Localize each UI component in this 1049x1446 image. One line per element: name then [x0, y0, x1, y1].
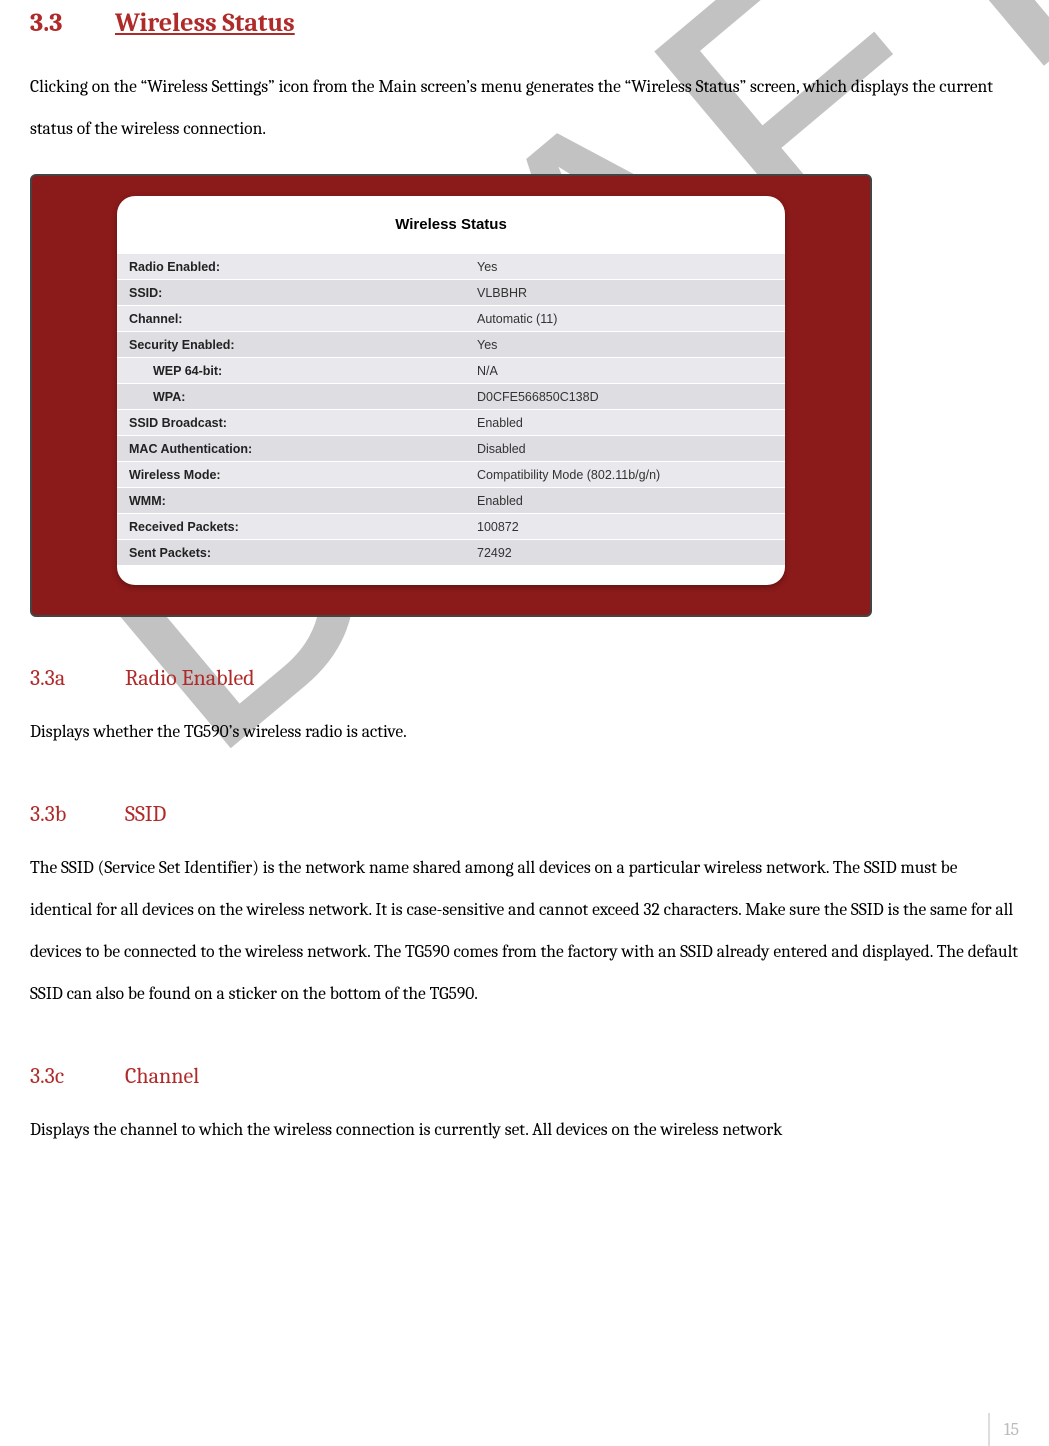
row-value: Enabled: [465, 410, 785, 435]
intro-paragraph: Clicking on the “Wireless Settings” icon…: [30, 66, 1019, 150]
table-row: MAC Authentication:Disabled: [117, 435, 785, 461]
table-row: WPA:D0CFE566850C138D: [117, 383, 785, 409]
row-label: SSID:: [117, 280, 465, 305]
row-label: Radio Enabled:: [117, 254, 465, 279]
section-heading: 3.3Wireless Status: [30, 8, 1019, 38]
row-label: WPA:: [117, 384, 465, 409]
row-label: Received Packets:: [117, 514, 465, 539]
row-value: 72492: [465, 540, 785, 565]
subsection-number: 3.3b: [30, 801, 125, 827]
subsection-body-a: Displays whether the TG590’s wireless ra…: [30, 711, 1019, 753]
subsection-heading-a: 3.3aRadio Enabled: [30, 665, 1019, 691]
subsection-title: SSID: [125, 801, 166, 827]
wireless-status-panel: Wireless Status Radio Enabled:Yes SSID:V…: [30, 174, 872, 617]
row-value: Disabled: [465, 436, 785, 461]
subsection-number: 3.3c: [30, 1063, 125, 1089]
table-row: SSID Broadcast:Enabled: [117, 409, 785, 435]
table-row: Radio Enabled:Yes: [117, 253, 785, 279]
panel-inner: Wireless Status Radio Enabled:Yes SSID:V…: [117, 196, 785, 585]
table-row: SSID:VLBBHR: [117, 279, 785, 305]
row-label: Wireless Mode:: [117, 462, 465, 487]
table-row: Channel:Automatic (11): [117, 305, 785, 331]
row-value: Automatic (11): [465, 306, 785, 331]
row-value: Yes: [465, 332, 785, 357]
row-value: Enabled: [465, 488, 785, 513]
row-label: MAC Authentication:: [117, 436, 465, 461]
table-row: Security Enabled:Yes: [117, 331, 785, 357]
table-row: Received Packets:100872: [117, 513, 785, 539]
subsection-number: 3.3a: [30, 665, 125, 691]
row-label: Sent Packets:: [117, 540, 465, 565]
section-number: 3.3: [30, 8, 115, 38]
row-label: Security Enabled:: [117, 332, 465, 357]
status-table: Radio Enabled:Yes SSID:VLBBHR Channel:Au…: [117, 253, 785, 565]
row-label: WEP 64-bit:: [117, 358, 465, 383]
row-value: 100872: [465, 514, 785, 539]
row-value: VLBBHR: [465, 280, 785, 305]
row-value: Compatibility Mode (802.11b/g/n): [465, 462, 785, 487]
row-value: Yes: [465, 254, 785, 279]
subsection-title: Channel: [125, 1063, 199, 1089]
page-number: 15: [988, 1413, 1019, 1446]
subsection-heading-c: 3.3cChannel: [30, 1063, 1019, 1089]
page-content: 3.3Wireless Status Clicking on the “Wire…: [30, 8, 1019, 1151]
subsection-title: Radio Enabled: [125, 665, 255, 691]
section-title: Wireless Status: [115, 8, 295, 38]
table-row: WEP 64-bit:N/A: [117, 357, 785, 383]
row-label: Channel:: [117, 306, 465, 331]
row-label: WMM:: [117, 488, 465, 513]
subsection-heading-b: 3.3bSSID: [30, 801, 1019, 827]
row-value: D0CFE566850C138D: [465, 384, 785, 409]
table-row: Wireless Mode:Compatibility Mode (802.11…: [117, 461, 785, 487]
row-label: SSID Broadcast:: [117, 410, 465, 435]
panel-title: Wireless Status: [117, 216, 785, 233]
table-row: WMM:Enabled: [117, 487, 785, 513]
table-row: Sent Packets:72492: [117, 539, 785, 565]
subsection-body-c: Displays the channel to which the wirele…: [30, 1109, 1019, 1151]
row-value: N/A: [465, 358, 785, 383]
subsection-body-b: The SSID (Service Set Identifier) is the…: [30, 847, 1019, 1015]
